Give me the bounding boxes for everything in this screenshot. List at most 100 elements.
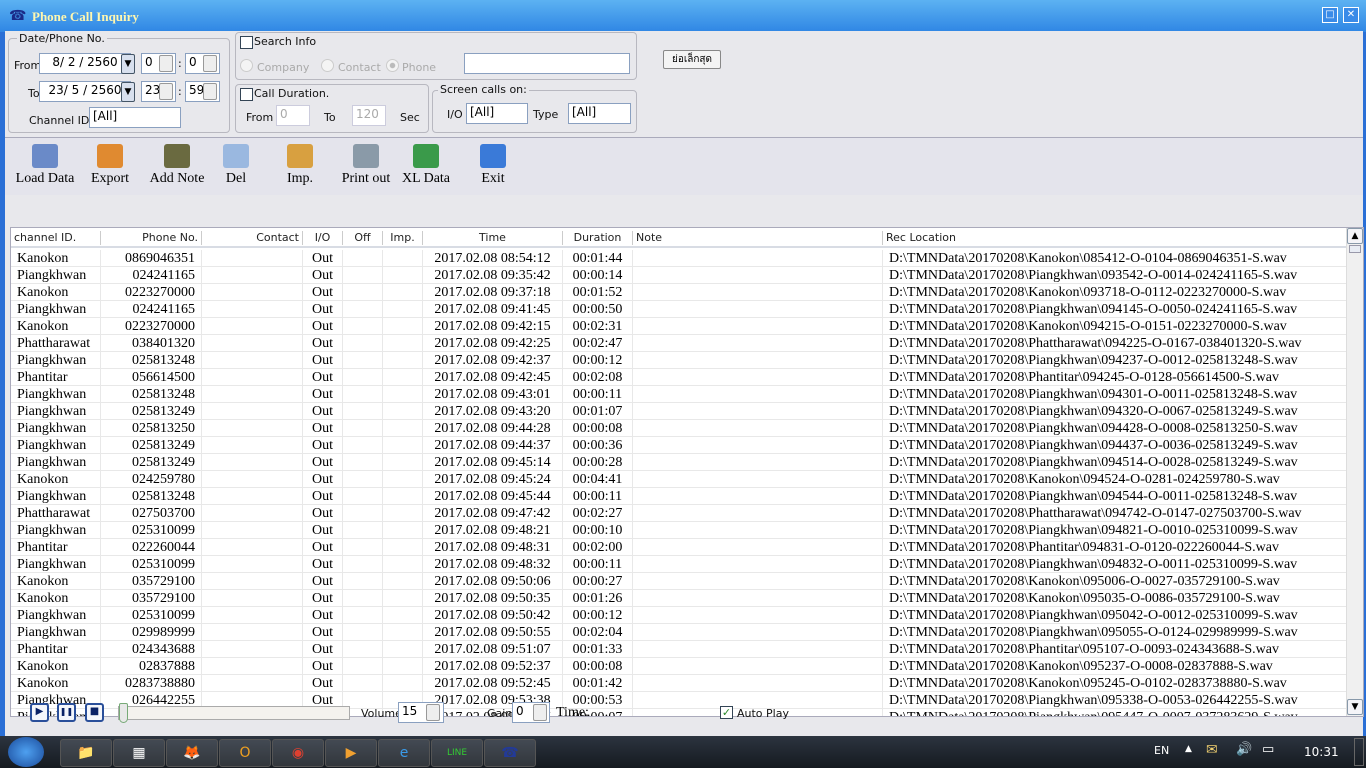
table-row[interactable]: Piangkhwan 025813249 Out 2017.02.08 09:44:3… bbox=[11, 437, 1347, 454]
load-data-button[interactable]: Load Data bbox=[10, 144, 80, 187]
show-desktop-button[interactable] bbox=[1354, 738, 1364, 766]
column-header-note[interactable]: Note bbox=[633, 231, 883, 245]
del-button[interactable]: Del bbox=[217, 144, 255, 187]
table-row[interactable]: Kanokon 02837888 Out 2017.02.08 09:52:37 00:… bbox=[11, 658, 1347, 675]
table-row[interactable]: Kanokon 035729100 Out 2017.02.08 09:50:06 00… bbox=[11, 573, 1347, 590]
apps-grid-icon[interactable]: ▦ bbox=[113, 739, 165, 767]
phone-call-inquiry-icon[interactable]: ☎ bbox=[484, 739, 536, 767]
file-explorer-icon[interactable]: 📁 bbox=[60, 739, 112, 767]
imp-button[interactable]: Imp. bbox=[280, 144, 320, 187]
table-row[interactable]: Kanokon 0869046351 Out 2017.02.08 08:54:12 0… bbox=[11, 250, 1347, 267]
table-row[interactable]: Piangkhwan 024241165 Out 2017.02.08 09:41:4… bbox=[11, 301, 1347, 318]
outlook-icon[interactable]: O bbox=[219, 739, 271, 767]
table-row[interactable]: Phantitar 022260044 Out 2017.02.08 09:48:31… bbox=[11, 539, 1347, 556]
internet-explorer-icon[interactable]: e bbox=[378, 739, 430, 767]
search-info-checkbox[interactable] bbox=[240, 36, 253, 49]
volume-icon[interactable]: 🔊 bbox=[1236, 742, 1252, 757]
scroll-thumb[interactable] bbox=[1349, 245, 1361, 253]
table-row[interactable]: Piangkhwan 025813249 Out 2017.02.08 09:43:2… bbox=[11, 403, 1347, 420]
xl-data-button[interactable]: XL Data bbox=[398, 144, 454, 187]
radio-phone[interactable] bbox=[386, 59, 399, 72]
language-indicator[interactable]: EN bbox=[1154, 744, 1169, 757]
duration-from-field[interactable]: 0 bbox=[276, 105, 310, 126]
spinner[interactable] bbox=[203, 55, 217, 72]
call-duration-checkbox[interactable] bbox=[240, 88, 253, 101]
cell-duration: 00:00:08 bbox=[563, 658, 633, 675]
search-input[interactable] bbox=[464, 53, 630, 74]
type-select[interactable]: [All] bbox=[568, 103, 631, 124]
table-row[interactable]: Piangkhwan 025813249 Out 2017.02.08 09:45:1… bbox=[11, 454, 1347, 471]
column-header-io[interactable]: I/O bbox=[303, 231, 343, 245]
pause-button[interactable]: ❚❚ bbox=[57, 703, 76, 722]
table-row[interactable]: Piangkhwan 025310099 Out 2017.02.08 09:48:2… bbox=[11, 522, 1347, 539]
column-header-phone-no[interactable]: Phone No. bbox=[101, 231, 202, 245]
table-row[interactable]: Kanokon 035729100 Out 2017.02.08 09:50:35 00… bbox=[11, 590, 1347, 607]
cell-note bbox=[633, 539, 883, 556]
tray-expand-icon[interactable]: ▲ bbox=[1185, 744, 1192, 754]
table-row[interactable]: Piangkhwan 025813248 Out 2017.02.08 09:45:4… bbox=[11, 488, 1347, 505]
chrome-icon[interactable]: ◉ bbox=[272, 739, 324, 767]
column-header-channel-id[interactable]: channel ID. bbox=[11, 231, 101, 245]
add-note-button[interactable]: Add Note bbox=[142, 144, 212, 187]
table-row[interactable]: Piangkhwan 025310099 Out 2017.02.08 09:48:3… bbox=[11, 556, 1347, 573]
spinner[interactable] bbox=[159, 83, 173, 100]
scroll-up-icon[interactable]: ▲ bbox=[1347, 228, 1363, 244]
exit-button[interactable]: Exit bbox=[475, 144, 511, 187]
radio-company[interactable] bbox=[240, 59, 253, 72]
table-row[interactable]: Piangkhwan 025813250 Out 2017.02.08 09:44:2… bbox=[11, 420, 1347, 437]
spinner[interactable] bbox=[159, 55, 173, 72]
cell-io: Out bbox=[303, 250, 343, 267]
table-row[interactable]: Phattharawat 027503700 Out 2017.02.08 09:47… bbox=[11, 505, 1347, 522]
autoplay-checkbox[interactable]: ✓ bbox=[720, 706, 733, 719]
from-date-field[interactable]: 8/ 2 / 2560 bbox=[39, 53, 131, 74]
chevron-down-icon[interactable]: ▼ bbox=[121, 82, 135, 102]
cell-contact bbox=[202, 641, 303, 658]
export-button[interactable]: Export bbox=[83, 144, 137, 187]
table-row[interactable]: Piangkhwan 025310099 Out 2017.02.08 09:50:4… bbox=[11, 607, 1347, 624]
print-out-button[interactable]: Print out bbox=[335, 144, 397, 187]
minimize-all-button[interactable]: ย่อเล็กสุด bbox=[663, 50, 721, 69]
table-row[interactable]: Kanokon 024259780 Out 2017.02.08 09:45:24 00… bbox=[11, 471, 1347, 488]
start-button[interactable] bbox=[8, 737, 44, 767]
column-header-off[interactable]: Off bbox=[343, 231, 383, 245]
seek-thumb[interactable] bbox=[119, 703, 128, 723]
spinner[interactable] bbox=[426, 704, 440, 721]
column-header-contact[interactable]: Contact bbox=[202, 231, 303, 245]
network-icon[interactable]: ▭ bbox=[1262, 742, 1274, 757]
media-player-icon[interactable]: ▶ bbox=[325, 739, 377, 767]
table-row[interactable]: Phantitar 024343688 Out 2017.02.08 09:51:07… bbox=[11, 641, 1347, 658]
play-button[interactable]: ▶ bbox=[30, 703, 49, 722]
column-header-imp[interactable]: Imp. bbox=[383, 231, 423, 245]
stop-button[interactable]: ■ bbox=[85, 703, 104, 722]
table-row[interactable]: Piangkhwan 025813248 Out 2017.02.08 09:43:0… bbox=[11, 386, 1347, 403]
firefox-icon[interactable]: 🦊 bbox=[166, 739, 218, 767]
column-header-rec-location[interactable]: Rec Location bbox=[883, 231, 1347, 245]
radio-contact[interactable] bbox=[321, 59, 334, 72]
io-select[interactable]: [All] bbox=[466, 103, 528, 124]
table-row[interactable]: Kanokon 0223270000 Out 2017.02.08 09:37:18 0… bbox=[11, 284, 1347, 301]
column-header-time[interactable]: Time bbox=[423, 231, 563, 245]
close-button[interactable]: ✕ bbox=[1343, 7, 1359, 23]
table-row[interactable]: Piangkhwan 025813248 Out 2017.02.08 09:42:3… bbox=[11, 352, 1347, 369]
restore-button[interactable]: □ bbox=[1322, 7, 1338, 23]
clock[interactable]: 10:31 bbox=[1304, 745, 1339, 759]
cell-phone-no: 025813248 bbox=[101, 488, 202, 505]
cell-imp bbox=[383, 505, 423, 522]
table-row[interactable]: Piangkhwan 029989999 Out 2017.02.08 09:50:5… bbox=[11, 624, 1347, 641]
column-header-duration[interactable]: Duration bbox=[563, 231, 633, 245]
spinner[interactable] bbox=[533, 704, 547, 721]
table-row[interactable]: Kanokon 0223270000 Out 2017.02.08 09:42:15 0… bbox=[11, 318, 1347, 335]
mail-icon[interactable]: ✉ bbox=[1206, 742, 1218, 758]
chevron-down-icon[interactable]: ▼ bbox=[121, 54, 135, 74]
table-row[interactable]: Piangkhwan 024241165 Out 2017.02.08 09:35:4… bbox=[11, 267, 1347, 284]
table-row[interactable]: Phantitar 056614500 Out 2017.02.08 09:42:45… bbox=[11, 369, 1347, 386]
cell-rec-location: D:\TMNData\20170208\Kanokon\094524-O-028… bbox=[883, 471, 1347, 488]
duration-to-field[interactable]: 120 bbox=[352, 105, 386, 126]
to-date-field[interactable]: 23/ 5 / 2560 bbox=[39, 81, 131, 102]
channel-select[interactable]: [All] bbox=[89, 107, 181, 128]
table-row[interactable]: Phattharawat 038401320 Out 2017.02.08 09:42… bbox=[11, 335, 1347, 352]
seek-slider[interactable] bbox=[118, 703, 350, 723]
vertical-scrollbar[interactable]: ▲ ▼ bbox=[1346, 228, 1363, 716]
line-icon[interactable]: LINE bbox=[431, 739, 483, 767]
spinner[interactable] bbox=[203, 83, 217, 100]
